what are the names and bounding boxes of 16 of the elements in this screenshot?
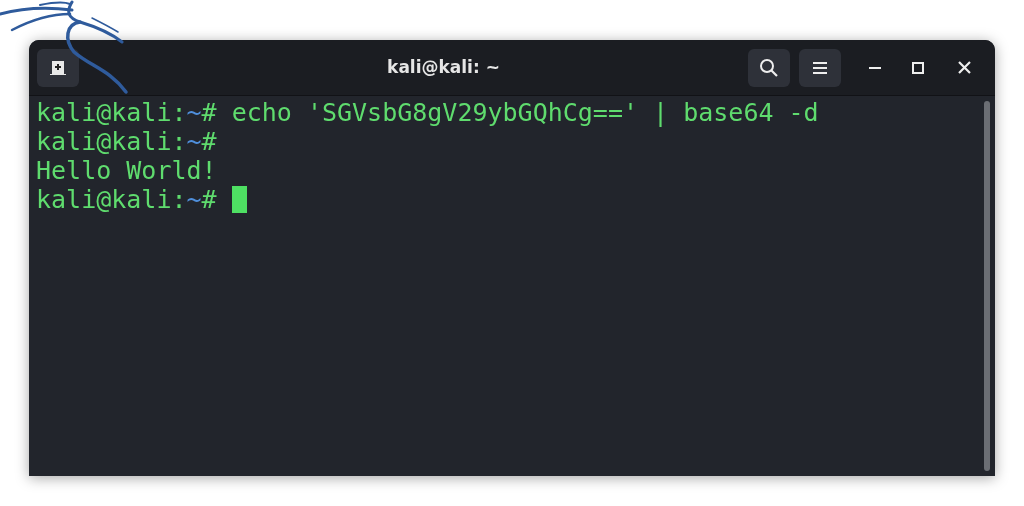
search-button[interactable] <box>748 48 790 87</box>
output-text: Hello World! <box>36 156 217 185</box>
prompt-user-host: kali@kali: <box>36 183 187 216</box>
close-icon <box>957 61 971 74</box>
prompt-symbol: # <box>201 183 217 216</box>
window-title: kali@kali: ~ <box>387 55 500 79</box>
menu-icon <box>812 60 828 75</box>
command-text: echo 'SGVsbG8gV29ybGQhCg==' | base64 -d <box>231 96 819 129</box>
maximize-icon <box>912 61 924 74</box>
scrollbar[interactable] <box>984 101 990 471</box>
new-tab-button[interactable] <box>37 48 79 87</box>
new-tab-icon <box>49 59 67 76</box>
prompt-path: ~ <box>186 183 202 216</box>
minimize-icon <box>869 65 881 70</box>
menu-button[interactable] <box>799 48 841 87</box>
search-icon <box>759 57 779 78</box>
